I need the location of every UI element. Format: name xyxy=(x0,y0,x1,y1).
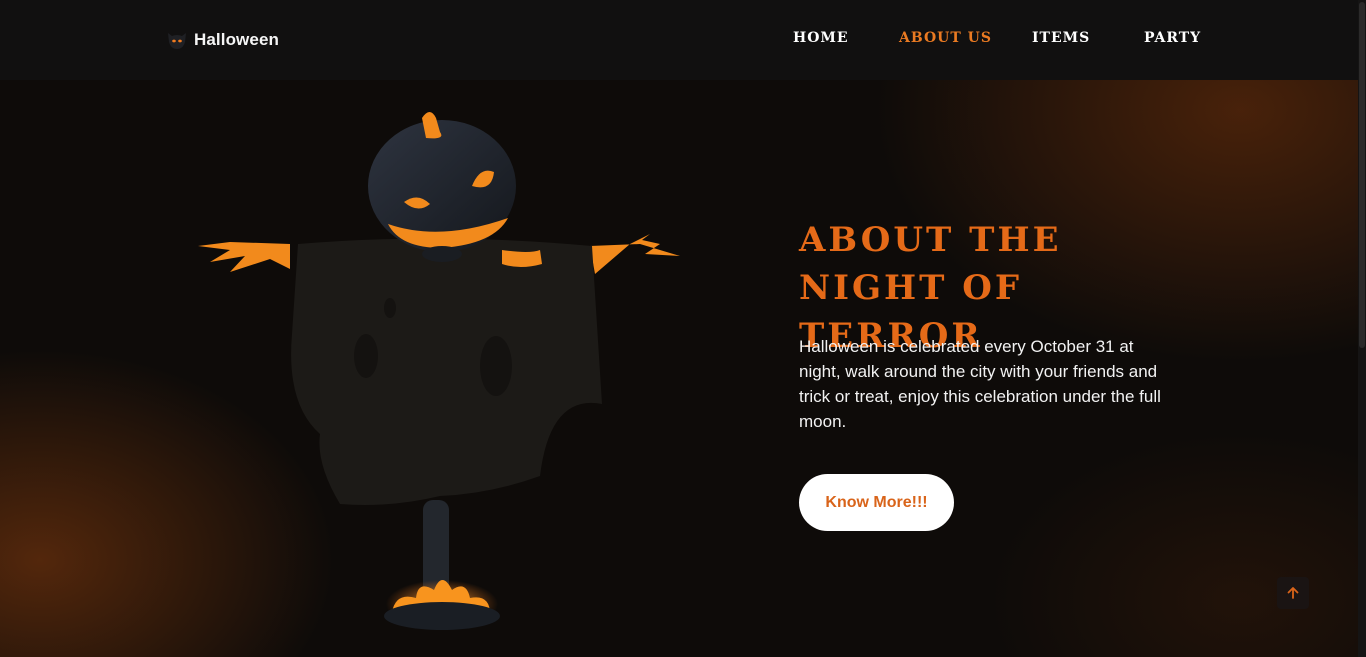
nav-item-home[interactable]: Home xyxy=(793,30,849,46)
scrollbar-thumb[interactable] xyxy=(1359,2,1365,348)
nav-item-about-us[interactable]: About Us xyxy=(899,30,992,46)
know-more-button[interactable]: Know More!!! xyxy=(799,474,954,531)
nav-item-party[interactable]: Party xyxy=(1144,30,1201,46)
hero-description: Halloween is celebrated every October 31… xyxy=(799,337,1161,431)
left-arm-straw xyxy=(198,242,290,272)
scroll-to-top-button[interactable] xyxy=(1277,577,1309,609)
site-header: Halloween Home About Us Items Party xyxy=(0,0,1358,80)
page-scrollbar[interactable] xyxy=(1358,0,1366,657)
arrow-up-icon xyxy=(1287,587,1299,599)
right-arm-straw xyxy=(590,234,680,274)
main-nav: Home About Us Items Party xyxy=(0,30,1366,50)
nav-item-items[interactable]: Items xyxy=(1032,30,1090,46)
pumpkin-scarecrow-illustration xyxy=(198,112,680,630)
